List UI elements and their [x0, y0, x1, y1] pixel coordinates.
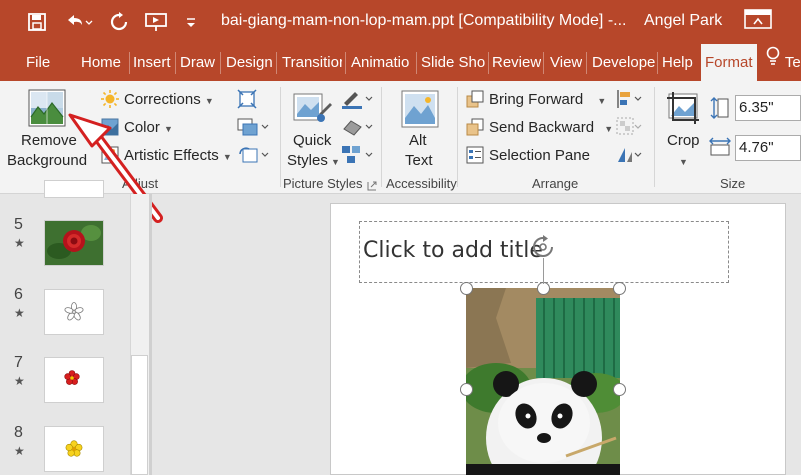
scrollbar-thumb[interactable] — [131, 355, 148, 475]
resize-handle-top-right[interactable] — [613, 282, 626, 295]
slide-number: 6 — [14, 286, 23, 303]
animation-star-icon: ★ — [14, 444, 25, 458]
white-flower-image — [64, 302, 84, 321]
red-flower-image — [64, 370, 80, 385]
resize-handle-top-left[interactable] — [460, 282, 473, 295]
resize-handle-right[interactable] — [613, 383, 626, 396]
resize-handle-left[interactable] — [460, 383, 473, 396]
slide-number: 5 — [14, 216, 23, 233]
animation-star-icon: ★ — [14, 374, 25, 388]
panda-image — [466, 288, 620, 475]
pane-divider[interactable] — [149, 194, 152, 475]
animation-star-icon: ★ — [14, 236, 25, 250]
slide-number: 7 — [14, 354, 23, 371]
slide-thumbnail-pane: 5 ★ 6 ★ 7 ★ 8 ★ — [0, 180, 149, 475]
slide-number: 8 — [14, 424, 23, 441]
slide-thumbnail[interactable] — [44, 426, 104, 472]
yellow-flower-image — [65, 440, 83, 457]
rotate-handle-stem — [543, 258, 544, 284]
slide-thumbnail-partial[interactable] — [44, 180, 104, 198]
animation-star-icon: ★ — [14, 306, 25, 320]
title-placeholder-text: Click to add title — [363, 238, 543, 263]
slide-thumbnail[interactable] — [44, 220, 104, 266]
slide-thumbnail[interactable] — [44, 357, 104, 403]
slide-thumbnail[interactable] — [44, 289, 104, 335]
rose-image — [45, 221, 103, 265]
panda-picture[interactable] — [466, 288, 620, 475]
